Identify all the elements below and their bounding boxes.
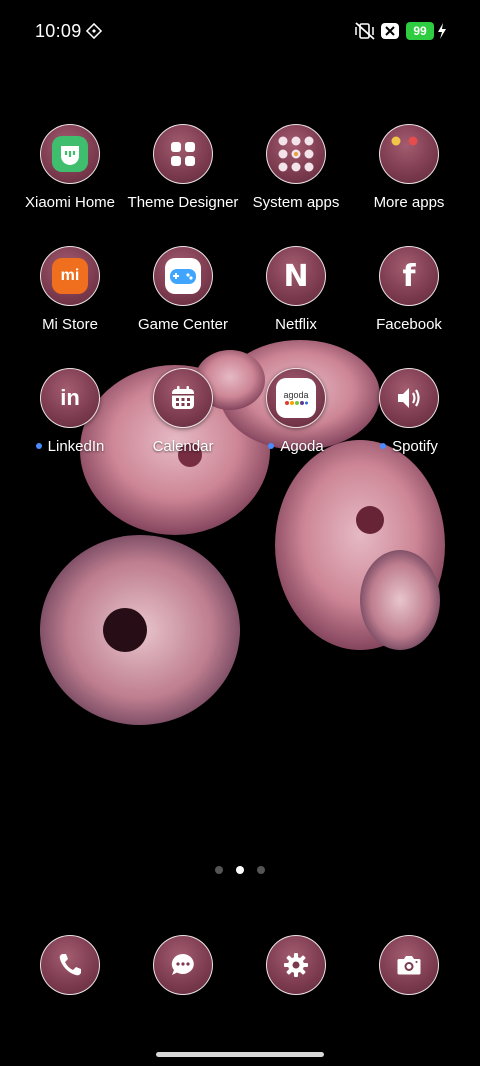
phone-icon (40, 935, 100, 995)
app-mi-store[interactable]: mi Mi Store (13, 246, 127, 333)
mi-store-icon: mi (40, 246, 100, 306)
dock-settings[interactable] (239, 935, 353, 995)
app-facebook[interactable]: f Facebook (352, 246, 466, 333)
folder-icon (266, 124, 326, 184)
theme-designer-icon (153, 124, 213, 184)
dock-camera[interactable] (352, 935, 466, 995)
app-label: Netflix (275, 316, 317, 333)
app-label: Spotify (392, 438, 438, 455)
facebook-icon: f (379, 246, 439, 306)
gesture-navigation-bar[interactable] (156, 1052, 324, 1057)
new-indicator-dot (35, 443, 42, 450)
app-spotify[interactable]: Spotify (352, 368, 466, 455)
app-label-row: Agoda (239, 438, 353, 455)
xiaomi-home-icon (40, 124, 100, 184)
new-indicator-dot (268, 443, 275, 450)
app-label: Theme Designer (127, 194, 239, 211)
status-time: 10:09 (35, 21, 82, 41)
camera-icon (379, 935, 439, 995)
vibrate-off-icon (355, 22, 375, 40)
app-label: More apps (373, 194, 445, 211)
app-label: Agoda (280, 438, 324, 455)
agoda-icon: agoda (266, 368, 326, 428)
app-label-row: Spotify (352, 438, 466, 455)
app-xiaomi-home[interactable]: Xiaomi Home (13, 124, 127, 211)
app-calendar[interactable]: Calendar (126, 368, 240, 455)
battery-level: 99 (413, 24, 427, 38)
close-box-icon (381, 23, 399, 39)
battery-icon: 99 (406, 22, 434, 40)
app-system-apps-folder[interactable]: System apps (239, 124, 353, 211)
page-dot-2-active[interactable] (236, 866, 244, 874)
linkedin-icon: in (40, 368, 100, 428)
app-theme-designer[interactable]: Theme Designer (126, 124, 240, 211)
dock-phone[interactable] (13, 935, 127, 995)
app-game-center[interactable]: Game Center (126, 246, 240, 333)
page-dot-1[interactable] (215, 866, 223, 874)
status-bar: 10:09 99 (0, 0, 480, 62)
app-more-apps-folder[interactable]: More apps (352, 124, 466, 211)
app-label: System apps (252, 194, 340, 211)
new-indicator-dot (380, 443, 387, 450)
calendar-icon (153, 368, 213, 428)
netflix-icon: N (266, 246, 326, 306)
page-dot-3[interactable] (257, 866, 265, 874)
game-center-icon (153, 246, 213, 306)
app-label: Xiaomi Home (24, 194, 116, 211)
folder-icon (379, 124, 439, 184)
charging-bolt-icon (438, 23, 446, 39)
app-netflix[interactable]: N Netflix (239, 246, 353, 333)
spotify-icon (379, 368, 439, 428)
app-linkedin[interactable]: in LinkedIn (13, 368, 127, 455)
app-label: LinkedIn (47, 438, 105, 455)
app-label-row: LinkedIn (13, 438, 127, 455)
app-label: Mi Store (42, 316, 98, 333)
settings-icon (266, 935, 326, 995)
app-label: Facebook (376, 316, 442, 333)
diamond-sync-icon (86, 23, 102, 39)
app-label: Calendar (152, 438, 214, 455)
messages-icon (153, 935, 213, 995)
app-agoda[interactable]: agoda Agoda (239, 368, 353, 455)
app-label: Game Center (137, 316, 229, 333)
agoda-logo-text: agoda (283, 390, 309, 400)
dock-messages[interactable] (126, 935, 240, 995)
